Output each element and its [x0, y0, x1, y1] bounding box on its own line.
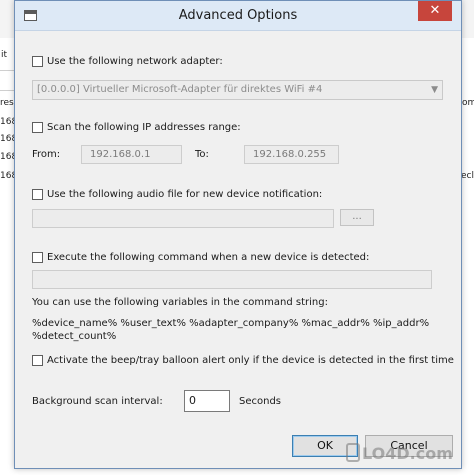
from-ip-field[interactable]: 192.168.0.1: [81, 145, 182, 164]
audio-file-field[interactable]: [32, 209, 334, 228]
network-adapter-selected: [0.0.0.0] Virtueller Microsoft-Adapter f…: [37, 84, 323, 95]
beep-checkbox[interactable]: [32, 355, 43, 366]
dialog-title: Advanced Options: [178, 8, 298, 23]
scan-range-label: Scan the following IP addresses range:: [47, 122, 241, 133]
close-button[interactable]: ✕: [418, 1, 452, 21]
interval-label: Background scan interval:: [32, 396, 163, 407]
background-text: it: [1, 50, 8, 60]
variables-line-2: %detect_count%: [32, 331, 117, 342]
audio-option[interactable]: Use the following audio file for new dev…: [32, 189, 322, 200]
scan-range-option[interactable]: Scan the following IP addresses range:: [32, 122, 241, 133]
chevron-down-icon: ▼: [431, 85, 438, 95]
network-adapter-select[interactable]: [0.0.0.0] Virtueller Microsoft-Adapter f…: [32, 80, 443, 100]
command-checkbox[interactable]: [32, 252, 43, 263]
background-divider: [0, 70, 14, 71]
screen: it ress 168.0. 168.0. 168.0. 168.0. ome …: [0, 0, 474, 475]
network-adapter-option[interactable]: Use the following network adapter:: [32, 56, 223, 67]
variables-intro: You can use the following variables in t…: [32, 297, 328, 308]
network-adapter-checkbox[interactable]: [32, 56, 43, 67]
background-text: ome: [462, 98, 474, 108]
audio-checkbox[interactable]: [32, 189, 43, 200]
advanced-options-dialog: Advanced Options ✕ Use the following net…: [14, 0, 462, 469]
command-option[interactable]: Execute the following command when a new…: [32, 252, 369, 263]
command-label: Execute the following command when a new…: [47, 252, 370, 263]
to-ip-field[interactable]: 192.168.0.255: [244, 145, 339, 164]
browse-audio-button[interactable]: ...: [340, 209, 374, 226]
network-adapter-label: Use the following network adapter:: [47, 56, 223, 67]
to-label: To:: [195, 149, 209, 160]
interval-unit: Seconds: [239, 396, 282, 407]
beep-label: Activate the beep/tray balloon alert onl…: [47, 355, 454, 366]
scan-range-checkbox[interactable]: [32, 122, 43, 133]
interval-input[interactable]: 0: [184, 390, 230, 412]
background-text: ecl: [461, 171, 474, 181]
watermark: LO4D.com: [362, 444, 453, 463]
command-field[interactable]: [32, 270, 432, 289]
audio-label: Use the following audio file for new dev…: [47, 189, 323, 200]
dialog-titlebar[interactable]: Advanced Options ✕: [15, 1, 461, 31]
close-icon: ✕: [429, 3, 441, 18]
from-label: From:: [32, 149, 61, 160]
background-divider: [0, 90, 14, 91]
watermark-logo-icon: [346, 443, 360, 462]
beep-option[interactable]: Activate the beep/tray balloon alert onl…: [32, 355, 454, 366]
variables-line-1: %device_name% %user_text% %adapter_compa…: [32, 318, 430, 329]
